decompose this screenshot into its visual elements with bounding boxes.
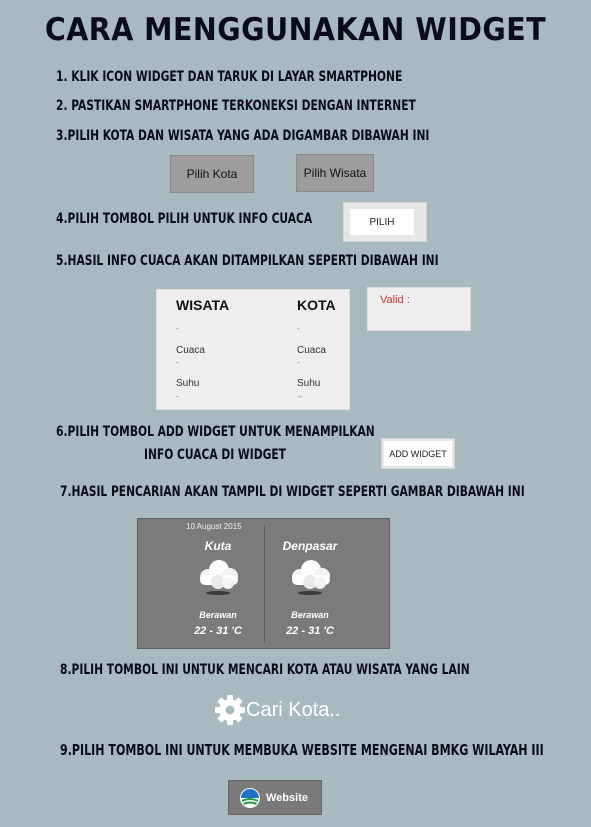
widget-left-temp: 22 - 31 'C: [194, 625, 242, 637]
widget-date: 10 August 2015: [186, 522, 242, 531]
step-6: 6.Pilih tombol add widget untuk menampil…: [56, 424, 375, 440]
widget-right-temp: 22 - 31 'C: [286, 625, 334, 637]
cloud-icon: [292, 560, 330, 595]
website-label: Website: [266, 791, 308, 804]
valid-box: Valid :: [367, 287, 471, 331]
pilih-kota-button[interactable]: Pilih Kota: [170, 155, 254, 193]
cari-kota-button[interactable]: Cari Kota..: [214, 690, 340, 730]
weather-info-card: WISATA KOTA - - Cuaca Cuaca - - Suhu Suh…: [156, 289, 350, 410]
widget-divider: [264, 525, 265, 643]
cari-kota-label: Cari Kota..: [246, 698, 341, 721]
wisata-suhu-label: Suhu: [176, 378, 200, 389]
kota-suhu-value: --: [297, 392, 303, 401]
step-9: 9.Pilih tombol ini untuk membuka website…: [60, 741, 544, 759]
step-1: 1. Klik icon widget dan taruk di layar s…: [56, 69, 403, 85]
widget-preview: 10 August 2015 Kuta Berawan 22 - 31 'C D…: [137, 518, 390, 649]
step-8: 8.Pilih tombol ini untuk mencari kota at…: [60, 662, 470, 678]
wisata-cuaca-value: -: [176, 358, 179, 367]
widget-left-condition: Berawan: [199, 610, 237, 620]
widget-right-city: Denpasar: [282, 539, 338, 553]
kota-suhu-label: Suhu: [297, 378, 321, 389]
kota-cuaca-value: -: [297, 358, 300, 367]
widget-left-city: Kuta: [204, 539, 232, 553]
pilih-button[interactable]: PILIH: [350, 209, 414, 235]
step-4: 4.Pilih tombol pilih untuk info cuaca: [56, 211, 313, 227]
step-6-continued: info cuaca di widget: [144, 447, 286, 463]
step-5: 5.Hasil info cuaca akan ditampilkan sepe…: [56, 253, 439, 269]
kota-header: KOTA: [297, 297, 336, 313]
wisata-name-value: -: [176, 324, 179, 333]
wisata-suhu-value: -: [176, 392, 179, 401]
gear-icon: [215, 695, 245, 725]
pilih-button-frame: PILIH: [343, 202, 427, 242]
website-button[interactable]: Website: [228, 780, 322, 815]
kota-cuaca-label: Cuaca: [297, 345, 326, 356]
step-7: 7.Hasil pencarian akan tampil di widget …: [60, 484, 525, 500]
add-widget-button[interactable]: ADD WIDGET: [384, 441, 452, 466]
page-title: Cara Menggunakan Widget: [44, 12, 547, 48]
add-widget-button-frame: ADD WIDGET: [381, 438, 455, 469]
wisata-cuaca-label: Cuaca: [176, 345, 205, 356]
kota-name-value: -: [297, 324, 300, 333]
step-3: 3.Pilih kota dan wisata yang ada digamba…: [56, 128, 430, 144]
wisata-header: WISATA: [176, 297, 230, 313]
valid-label: Valid :: [380, 294, 410, 306]
pilih-wisata-button[interactable]: Pilih Wisata: [296, 154, 374, 192]
widget-right-condition: Berawan: [291, 610, 329, 620]
cloud-icon: [200, 560, 238, 595]
step-2: 2. Pastikan smartphone terkoneksi dengan…: [56, 98, 416, 114]
bmkg-logo-icon: [240, 787, 260, 808]
